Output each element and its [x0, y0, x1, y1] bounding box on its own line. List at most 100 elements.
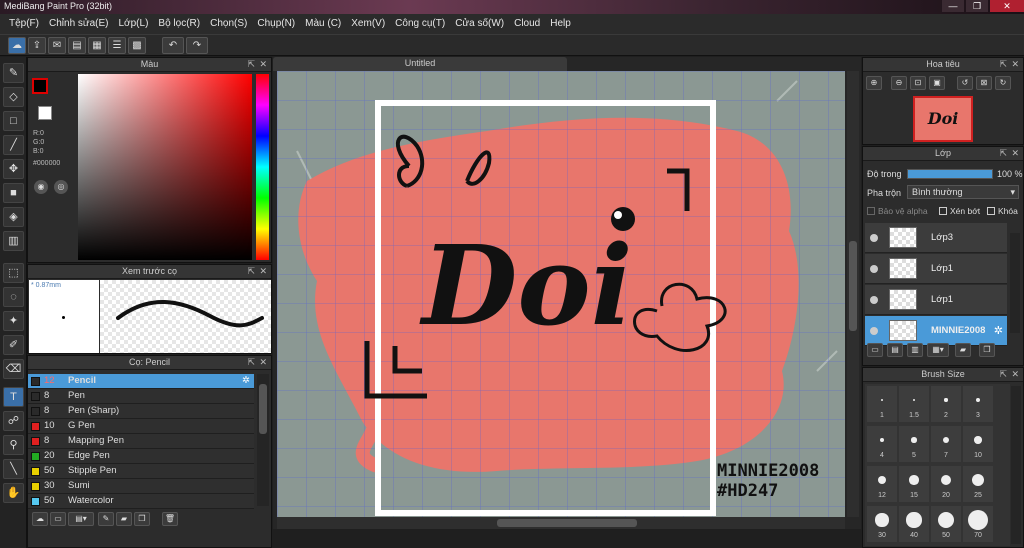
visibility-eye-icon[interactable]	[870, 296, 878, 304]
menu-layer[interactable]: Lớp(L)	[114, 14, 154, 34]
menu-file[interactable]: Tệp(F)	[4, 14, 44, 34]
scroll-thumb[interactable]	[849, 241, 857, 331]
zoom-out-icon[interactable]: ⊖	[891, 76, 907, 90]
operation-tool-icon[interactable]: ☍	[3, 411, 24, 431]
comment-icon[interactable]: ✉	[48, 37, 66, 54]
new-halftone-layer-icon[interactable]: ▤	[887, 343, 903, 357]
brush-list-scrollbar[interactable]	[257, 374, 269, 506]
duplicate-layer-icon[interactable]: ❐	[979, 343, 995, 357]
redo-icon[interactable]: ↷	[186, 37, 208, 54]
menu-view[interactable]: Xem(V)	[346, 14, 390, 34]
opacity-slider[interactable]	[907, 169, 993, 179]
brush-size-cell[interactable]: 25	[963, 466, 993, 502]
new-8bit-layer-icon[interactable]: ▥	[907, 343, 923, 357]
brush-size-cell[interactable]: 1	[867, 386, 897, 422]
brush-cloud-icon[interactable]: ☁	[32, 512, 48, 526]
hue-slider[interactable]	[256, 74, 269, 260]
gear-icon[interactable]: ✲	[994, 324, 1003, 337]
brush-size-cell[interactable]: 3	[963, 386, 993, 422]
close-icon[interactable]: ✕	[259, 58, 267, 71]
document-icon[interactable]: ▦	[88, 37, 106, 54]
grid-icon[interactable]: ▩	[128, 37, 146, 54]
brush-size-cell[interactable]: 70	[963, 506, 993, 542]
brush-list-item[interactable]: 20 Edge Pen	[28, 449, 254, 464]
undock-icon[interactable]: ⇱	[247, 356, 255, 369]
layer-folder-icon[interactable]: ▰	[955, 343, 971, 357]
close-icon[interactable]: ✕	[1011, 147, 1019, 160]
fill-shape-tool-icon[interactable]: ■	[3, 183, 24, 203]
eyedropper-tool-icon[interactable]: ⚲	[3, 435, 24, 455]
menu-edit[interactable]: Chỉnh sửa(E)	[44, 14, 114, 34]
folder-icon[interactable]: ▰	[116, 512, 132, 526]
undock-icon[interactable]: ⇱	[247, 265, 255, 278]
scroll-thumb[interactable]	[259, 384, 267, 434]
brush-size-cell[interactable]: 40	[899, 506, 929, 542]
undock-icon[interactable]: ⇱	[999, 368, 1007, 381]
menu-help[interactable]: Help	[545, 14, 576, 34]
actual-size-icon[interactable]: ▣	[929, 76, 945, 90]
visibility-eye-icon[interactable]	[870, 327, 878, 335]
drawing-canvas[interactable]: Doi MINNIE2008 #HD247	[277, 71, 845, 517]
add-brush-icon[interactable]: ▤▾	[68, 512, 94, 526]
brush-size-cell[interactable]: 1.5	[899, 386, 929, 422]
brush-size-cell[interactable]: 50	[931, 506, 961, 542]
secondary-color-swatch[interactable]	[38, 106, 52, 120]
add-layer-menu-icon[interactable]: ▦▾	[927, 343, 949, 357]
brush-tool-icon[interactable]: ✎	[3, 63, 24, 83]
brush-list-item[interactable]: 30 Sumi	[28, 479, 254, 494]
brush-size-cell[interactable]: 15	[899, 466, 929, 502]
menu-cloud[interactable]: Cloud	[509, 14, 545, 34]
move-tool-icon[interactable]: ✥	[3, 159, 24, 179]
undock-icon[interactable]: ⇱	[999, 147, 1007, 160]
brush-list-item[interactable]: 50 Stipple Pen	[28, 464, 254, 479]
visibility-eye-icon[interactable]	[870, 265, 878, 273]
brush-size-cell[interactable]: 2	[931, 386, 961, 422]
text-tool-icon[interactable]: T	[3, 387, 24, 407]
eraser-tool-icon[interactable]: ◇	[3, 87, 24, 107]
reset-rotation-icon[interactable]: ⊠	[976, 76, 992, 90]
select-rect-tool-icon[interactable]: ⬚	[3, 263, 24, 283]
select-eraser-tool-icon[interactable]: ⌫	[3, 359, 24, 379]
select-pen-tool-icon[interactable]: ✐	[3, 335, 24, 355]
brush-list-item[interactable]: 10 G Pen	[28, 419, 254, 434]
brush-size-cell[interactable]: 20	[931, 466, 961, 502]
lock-checkbox[interactable]	[987, 207, 995, 215]
brush-size-cell[interactable]: 4	[867, 426, 897, 462]
zoom-in-icon[interactable]: ⊕	[866, 76, 882, 90]
line-tool-icon[interactable]: ╱	[3, 135, 24, 155]
brush-size-cell[interactable]: 10	[963, 426, 993, 462]
message-icon[interactable]: ▤	[68, 37, 86, 54]
menu-color[interactable]: Màu (C)	[300, 14, 346, 34]
canvas-vertical-scrollbar[interactable]	[847, 71, 859, 517]
undo-icon[interactable]: ↶	[162, 37, 184, 54]
menu-filter[interactable]: Bộ lọc(R)	[153, 14, 205, 34]
rotate-left-icon[interactable]: ↺	[957, 76, 973, 90]
brush-list-item[interactable]: 8 Pen (Sharp)	[28, 404, 254, 419]
brush-list-item[interactable]: 8 Pen	[28, 389, 254, 404]
menu-tools[interactable]: Công cụ(T)	[390, 14, 450, 34]
menu-snap[interactable]: Chụp(N)	[252, 14, 300, 34]
close-button[interactable]: ✕	[990, 0, 1024, 12]
share-icon[interactable]: ⇪	[28, 37, 46, 54]
undock-icon[interactable]: ⇱	[999, 58, 1007, 71]
gear-icon[interactable]: ✲	[242, 374, 250, 388]
menu-select[interactable]: Chọn(S)	[205, 14, 252, 34]
rectangle-tool-icon[interactable]: □	[3, 111, 24, 131]
new-layer-icon[interactable]: ▭	[867, 343, 883, 357]
minimize-button[interactable]: —	[942, 0, 964, 12]
primary-color-swatch[interactable]	[32, 78, 48, 94]
close-icon[interactable]: ✕	[259, 265, 267, 278]
brush-list-item[interactable]: 8 Mapping Pen	[28, 434, 254, 449]
layer-item[interactable]: Lớp1	[865, 254, 1007, 284]
visibility-eye-icon[interactable]	[870, 234, 878, 242]
color-picker-icon[interactable]: ◎	[54, 180, 68, 194]
brush-size-cell[interactable]: 30	[867, 506, 897, 542]
layer-item[interactable]: Lớp1	[865, 285, 1007, 315]
trash-icon[interactable]: 🗑	[162, 512, 178, 526]
brush-list-item[interactable]: 12 Pencil ✲	[28, 374, 254, 389]
rotate-right-icon[interactable]: ↻	[995, 76, 1011, 90]
blend-mode-select[interactable]: Bình thường ▾	[907, 185, 1019, 199]
canvas-tab[interactable]: Untitled	[273, 57, 567, 71]
brush-list-item[interactable]: 50 Watercolor	[28, 494, 254, 509]
undock-icon[interactable]: ⇱	[247, 58, 255, 71]
